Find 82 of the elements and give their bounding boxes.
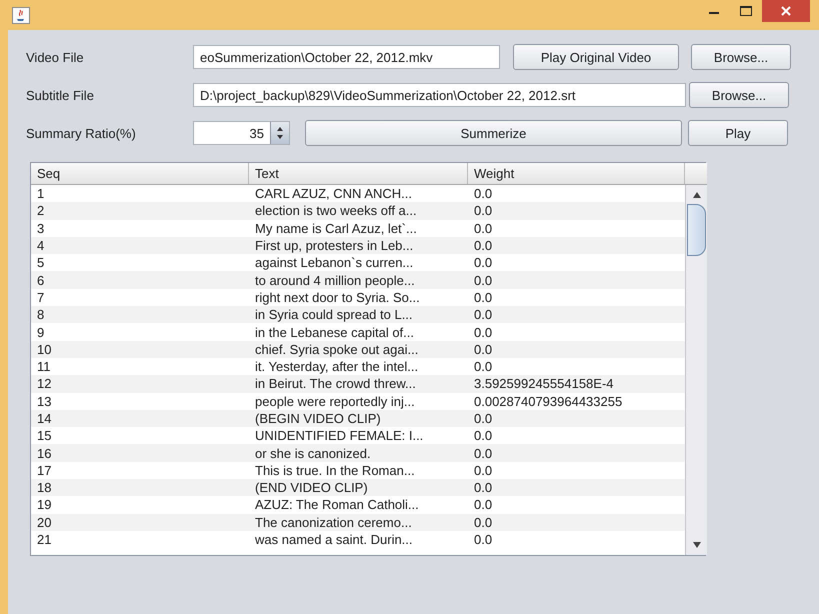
table-cell-text: 21: [36, 532, 52, 548]
table-cell-text: CARL AZUZ, CNN ANCH...: [254, 186, 413, 202]
column-header[interactable]: Text: [249, 163, 468, 184]
scroll-down-icon[interactable]: [692, 540, 702, 550]
close-icon[interactable]: [762, 0, 810, 22]
file-path-field[interactable]: eoSummerization\October 22, 2012.mkv: [193, 45, 500, 69]
table-cell-text: 0.0: [473, 359, 494, 374]
table-cell-text: 0.0: [473, 532, 494, 548]
table-cell-text: 16: [36, 446, 52, 461]
table-cell-text: 6: [36, 272, 46, 288]
table-cell-text: 3.592599245554158E-4: [473, 376, 615, 392]
table-cell-text: in the Lebanese capital of...: [254, 324, 416, 340]
app-icon: [12, 6, 30, 24]
table-cell-text: right next door to Syria. So...: [254, 290, 421, 305]
table-cell-text: 15: [36, 428, 52, 444]
table-cell-text: 0.0: [473, 462, 494, 478]
field-label: Video File: [26, 50, 85, 64]
field-label: Summary Ratio(%): [26, 126, 137, 140]
table-cell-text: 0.0: [473, 514, 494, 530]
table-cell-text: in Beirut. The crowd threw...: [254, 376, 417, 392]
table-cell-text: My name is Carl Azuz, let`...: [254, 220, 418, 236]
table-cell-text: 0.0: [473, 497, 494, 512]
table-cell-text: 12: [36, 376, 52, 392]
table-cell-text: UNIDENTIFIED FEMALE: I...: [254, 428, 424, 444]
scroll-up-icon[interactable]: [692, 190, 702, 200]
table-cell-text: 1: [36, 186, 46, 202]
file-path-field[interactable]: D:\project_backup\829\VideoSummerization\October 22, 2012.srt: [193, 83, 686, 107]
table-cell-text: 0.0: [473, 446, 494, 461]
table-cell-text: it. Yesterday, after the intel...: [254, 359, 420, 374]
table-cell-text: people were reportedly inj...: [254, 394, 416, 409]
table-cell-text: 11: [36, 359, 52, 374]
scrollbar[interactable]: [685, 185, 707, 555]
table-cell-text: 18: [36, 480, 52, 496]
table-cell-text: 0.0: [473, 411, 494, 426]
table-cell-text: 0.0: [473, 290, 494, 305]
table-cell-text: 14: [36, 411, 52, 426]
ratio-spinner[interactable]: 35: [193, 121, 290, 145]
table-cell-text: First up, protesters in Leb...: [254, 238, 414, 254]
table-cell-text: 0.0: [473, 342, 494, 357]
scrollbar-thumb[interactable]: [687, 204, 706, 256]
table-cell-text: 17: [36, 462, 52, 478]
table-cell-text: 10: [36, 342, 52, 357]
table-cell-text: in Syria could spread to L...: [254, 307, 414, 322]
table-cell-text: election is two weeks off a...: [254, 203, 418, 218]
table-cell-text: 0.0028740793964433255: [473, 394, 624, 409]
play-video-button[interactable]: Play Original Video: [513, 44, 679, 70]
table-cell-text: or she is canonized.: [254, 446, 372, 461]
table-cell-text: 4: [36, 238, 46, 254]
table-cell-text: 7: [36, 290, 46, 305]
table-cell-text: 19: [36, 497, 52, 512]
table-cell-text: 3: [36, 220, 46, 236]
table-cell-text: (BEGIN VIDEO CLIP): [254, 411, 382, 426]
table-cell-text: 8: [36, 307, 46, 322]
table-cell-text: 0.0: [473, 307, 494, 322]
table-cell-text: 0.0: [473, 255, 494, 270]
table-cell-text: 5: [36, 255, 46, 270]
column-header[interactable]: Seq: [31, 163, 249, 184]
table-cell-text: 0.0: [473, 203, 494, 218]
field-label: Subtitle File: [26, 88, 95, 102]
browse-button[interactable]: Browse...: [691, 44, 791, 70]
table-cell-text: 0.0: [473, 272, 494, 288]
table-cell-text: was named a saint. Durin...: [254, 532, 414, 548]
table-cell-text: 0.0: [473, 428, 494, 444]
table-cell-text: chief. Syria spoke out agai...: [254, 342, 420, 357]
table-cell-text: AZUZ: The Roman Catholi...: [254, 497, 420, 512]
table-cell-text: 0.0: [473, 220, 494, 236]
table-cell-text: 0.0: [473, 186, 494, 202]
table-cell-text: 0.0: [473, 324, 494, 340]
table-cell-text: 2: [36, 203, 46, 218]
table-cell-text: (END VIDEO CLIP): [254, 480, 369, 496]
browse-button[interactable]: Browse...: [689, 82, 789, 108]
table-cell-text: The canonization ceremo...: [254, 514, 413, 530]
table-cell-text: against Lebanon`s curren...: [254, 255, 414, 270]
table-cell-text: This is true. In the Roman...: [254, 462, 416, 478]
play-button[interactable]: Play: [688, 120, 788, 146]
table-cell-text: 20: [36, 514, 52, 530]
summarize-button[interactable]: Summerize: [305, 120, 682, 146]
table-cell-text: 0.0: [473, 238, 494, 254]
table-cell-text: to around 4 million people...: [254, 272, 416, 288]
table-cell-text: 0.0: [473, 480, 494, 496]
table-cell-text: 9: [36, 324, 46, 340]
table-cell-text: 13: [36, 394, 52, 409]
